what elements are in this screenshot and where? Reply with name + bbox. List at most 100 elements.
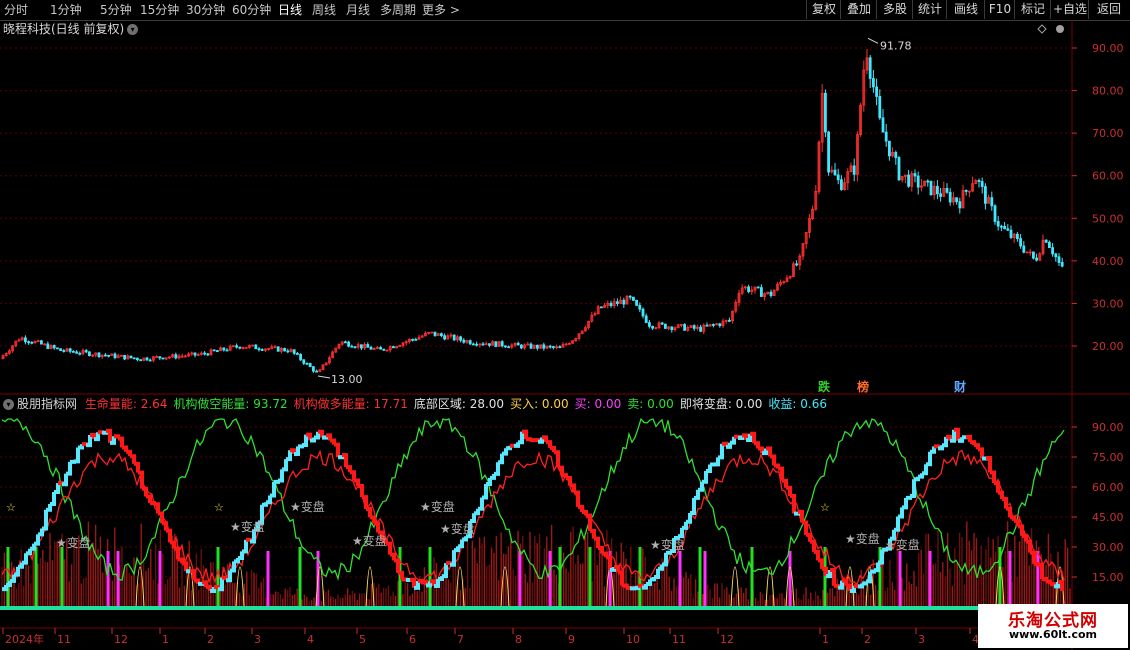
candle-body bbox=[955, 197, 958, 203]
candle-body bbox=[993, 205, 997, 222]
candle-body bbox=[1051, 247, 1054, 255]
candle-body bbox=[529, 343, 533, 349]
life-energy-line bbox=[1042, 577, 1048, 582]
period-tab-3[interactable]: 15分钟 bbox=[140, 2, 179, 18]
life-energy-line bbox=[50, 491, 56, 506]
life-energy-line bbox=[274, 479, 280, 484]
life-energy-line bbox=[366, 507, 372, 518]
candle-body bbox=[638, 304, 642, 310]
star-icon: ☆ bbox=[214, 501, 224, 514]
ind-axis-label: 90.00 bbox=[1092, 421, 1124, 434]
life-energy-line bbox=[102, 430, 108, 435]
life-energy-line bbox=[130, 454, 136, 464]
period-tab-0[interactable]: 分时 bbox=[4, 2, 28, 18]
life-energy-line bbox=[54, 483, 60, 494]
life-energy-line bbox=[546, 440, 552, 448]
life-energy-line bbox=[178, 557, 184, 564]
life-energy-line bbox=[918, 473, 924, 479]
candle-body bbox=[88, 351, 91, 357]
period-tab-6[interactable]: 日线 bbox=[278, 2, 302, 18]
life-energy-line bbox=[58, 481, 64, 486]
candle-body bbox=[795, 263, 798, 266]
candle-body bbox=[840, 179, 843, 191]
toolbar-button-0[interactable]: 复权 bbox=[806, 0, 841, 19]
life-energy-line bbox=[410, 577, 416, 588]
candle-body bbox=[516, 342, 520, 346]
period-tab-5[interactable]: 60分钟 bbox=[232, 2, 271, 18]
period-tab-7[interactable]: 周线 bbox=[312, 2, 336, 18]
candle-body bbox=[215, 350, 219, 353]
toolbar-button-5[interactable]: F10 bbox=[984, 0, 1015, 19]
life-energy-line bbox=[242, 539, 248, 554]
period-tab-8[interactable]: 月线 bbox=[346, 2, 370, 18]
candle-body bbox=[1003, 226, 1006, 230]
toolbar-button-7[interactable]: +自选 bbox=[1050, 0, 1089, 19]
period-tab-9[interactable]: 多周期 bbox=[380, 2, 416, 18]
life-energy-line bbox=[818, 558, 824, 569]
time-axis-label: 12 bbox=[114, 633, 128, 646]
toolbar-button-6[interactable]: 标记 bbox=[1014, 0, 1051, 19]
period-tab-2[interactable]: 5分钟 bbox=[100, 2, 132, 18]
candle-body bbox=[471, 343, 475, 346]
period-tab-1[interactable]: 1分钟 bbox=[50, 2, 82, 18]
candle-body bbox=[366, 344, 370, 348]
life-energy-line bbox=[418, 578, 424, 583]
price-axis-label: 40.00 bbox=[1092, 255, 1124, 268]
toolbar-button-1[interactable]: 叠加 bbox=[840, 0, 877, 19]
life-energy-line bbox=[346, 465, 352, 473]
price-axis-label: 90.00 bbox=[1092, 42, 1124, 55]
time-axis-label: 2 bbox=[864, 633, 871, 646]
toolbar-button-3[interactable]: 统计 bbox=[912, 0, 947, 19]
chart-area[interactable]: 91.78 13.00 跌 榜 财 ★变盘 ★变盘 ★变盘 ★变盘 ★变盘 ★变盘 ★变盘 ★变盘 ★变… bbox=[0, 20, 1130, 650]
life-energy-line bbox=[562, 473, 568, 478]
life-energy-line bbox=[942, 436, 948, 448]
life-energy-line bbox=[234, 557, 240, 564]
candle-body bbox=[148, 359, 152, 362]
star-icon: ☆ bbox=[820, 501, 830, 514]
life-energy-line bbox=[894, 516, 900, 532]
candle-body bbox=[1057, 256, 1061, 263]
candle-body bbox=[1016, 233, 1019, 240]
life-energy-line bbox=[490, 473, 496, 480]
toolbar-button-2[interactable]: 多股 bbox=[876, 0, 913, 19]
candle-body bbox=[295, 352, 299, 355]
candle-body bbox=[487, 343, 491, 346]
candle-body bbox=[660, 322, 664, 325]
candle-body bbox=[84, 350, 88, 353]
life-energy-line bbox=[682, 521, 688, 530]
life-energy-line bbox=[330, 438, 336, 445]
time-axis-label: 1 bbox=[162, 633, 169, 646]
time-axis-label: 2024年 bbox=[5, 632, 44, 646]
life-energy-line bbox=[622, 583, 628, 588]
life-energy-line bbox=[1014, 518, 1020, 527]
candle-body bbox=[75, 351, 78, 354]
price-axis-label: 60.00 bbox=[1092, 170, 1124, 183]
candle-body bbox=[884, 131, 888, 142]
candle-body bbox=[481, 343, 485, 346]
life-energy-line bbox=[30, 543, 36, 551]
life-energy-line bbox=[78, 444, 84, 450]
life-energy-line bbox=[338, 455, 344, 460]
period-tab-10[interactable]: 更多 > bbox=[422, 2, 460, 18]
toolbar-button-8[interactable]: 返回 bbox=[1088, 0, 1129, 19]
life-energy-line bbox=[578, 504, 584, 512]
candle-body bbox=[977, 180, 981, 182]
life-energy-line bbox=[170, 540, 176, 549]
candle-body bbox=[503, 345, 507, 348]
life-energy-line bbox=[782, 478, 788, 488]
life-energy-line bbox=[122, 445, 128, 452]
candle-body bbox=[833, 169, 837, 176]
toolbar-button-4[interactable]: 画线 bbox=[946, 0, 985, 19]
period-tab-4[interactable]: 30分钟 bbox=[186, 2, 225, 18]
life-energy-line bbox=[270, 481, 276, 498]
life-energy-line bbox=[126, 449, 132, 457]
life-energy-line bbox=[598, 545, 604, 554]
candle-body bbox=[536, 344, 539, 349]
candle-body bbox=[913, 173, 917, 177]
candle-body bbox=[107, 354, 110, 357]
candle-body bbox=[888, 140, 891, 157]
life-energy-line bbox=[118, 436, 124, 448]
life-energy-line bbox=[18, 562, 24, 569]
life-energy-line bbox=[638, 583, 644, 588]
change-label-1: ★变盘 bbox=[230, 519, 265, 534]
